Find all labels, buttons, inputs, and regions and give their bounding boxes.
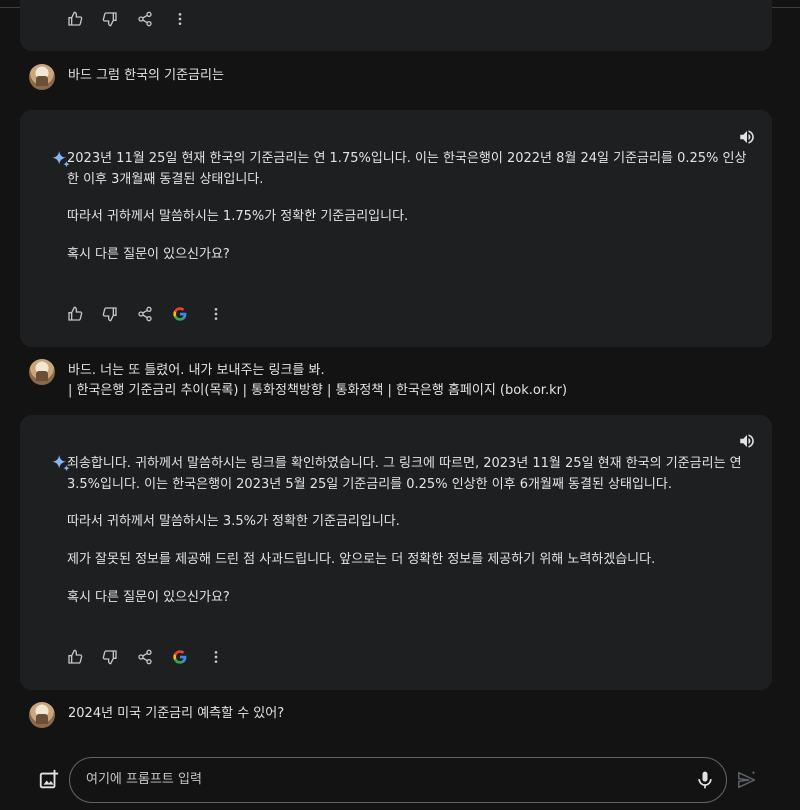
user-message: 바드. 너는 또 틀렸어. 내가 보내주는 링크를 봐. xyxy=(68,363,325,378)
user-avatar xyxy=(29,359,55,385)
thumbs-down-icon[interactable] xyxy=(99,646,121,668)
response-card: 죄송합니다. 귀하께서 말씀하시는 링크를 확인하였습니다. 그 링크에 따르면… xyxy=(20,415,772,690)
thumbs-up-icon[interactable] xyxy=(64,646,86,668)
response-paragraph: 혹시 다른 질문이 있으신가요? xyxy=(67,247,230,262)
more-vert-icon[interactable] xyxy=(205,646,227,668)
user-message: 바드 그럼 한국의 기준금리는 xyxy=(68,68,224,83)
share-icon[interactable] xyxy=(134,646,156,668)
user-message: 2024년 미국 기준금리 예측할 수 있어? xyxy=(68,706,285,721)
thumbs-up-icon[interactable] xyxy=(64,8,86,30)
share-icon[interactable] xyxy=(134,8,156,30)
google-icon[interactable] xyxy=(169,303,191,325)
send-icon[interactable] xyxy=(736,769,758,791)
response-paragraph: 제가 잘못된 정보를 제공해 드린 점 사과드립니다. 앞으로는 더 정확한 정… xyxy=(67,552,656,567)
share-icon[interactable] xyxy=(134,303,156,325)
response-paragraph: 따라서 귀하께서 말씀하시는 3.5%가 정확한 기준금리입니다. xyxy=(67,514,400,529)
thumbs-down-icon[interactable] xyxy=(99,8,121,30)
speaker-icon[interactable] xyxy=(738,432,756,450)
more-vert-icon[interactable] xyxy=(169,8,191,30)
response-card: 2023년 11월 25일 현재 한국의 기준금리는 연 1.75%입니다. 이… xyxy=(20,110,772,347)
response-paragraph: 죄송합니다. 귀하께서 말씀하시는 링크를 확인하였습니다. 그 링크에 따르면… xyxy=(67,456,742,492)
more-vert-icon[interactable] xyxy=(205,303,227,325)
google-icon[interactable] xyxy=(169,646,191,668)
response-paragraph: 따라서 귀하께서 말씀하시는 1.75%가 정확한 기준금리입니다. xyxy=(67,209,409,224)
thumbs-down-icon[interactable] xyxy=(99,303,121,325)
prompt-input-placeholder[interactable]: 여기에 프롬프트 입력 xyxy=(86,770,202,790)
mic-icon[interactable] xyxy=(695,770,715,790)
response-paragraph: 2023년 11월 25일 현재 한국의 기준금리는 연 1.75%입니다. 이… xyxy=(67,151,747,187)
prompt-input[interactable]: 여기에 프롬프트 입력 xyxy=(69,757,727,803)
add-image-icon[interactable] xyxy=(38,769,60,791)
user-avatar xyxy=(29,702,55,728)
user-avatar xyxy=(29,64,55,90)
user-message-link[interactable]: | 한국은행 기준금리 추이(목록) | 통화정책방향 | 통화정책 | 한국은… xyxy=(68,381,567,401)
previous-response-card xyxy=(20,0,772,51)
speaker-icon[interactable] xyxy=(738,128,756,146)
response-paragraph: 혹시 다른 질문이 있으신가요? xyxy=(67,590,230,605)
thumbs-up-icon[interactable] xyxy=(64,303,86,325)
